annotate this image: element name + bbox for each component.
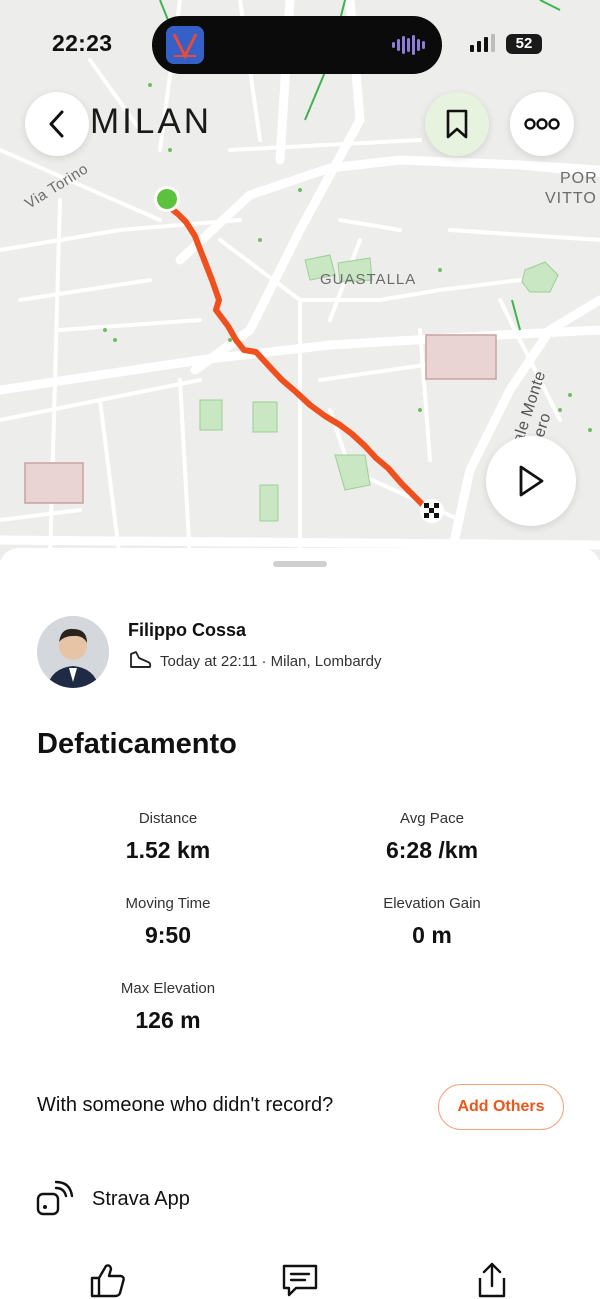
stat-label: Elevation Gain xyxy=(383,895,481,912)
activity-sheet: Filippo Cossa Today at 22:11 · Milan, Lo… xyxy=(0,548,600,1299)
comment-button[interactable] xyxy=(280,1260,320,1299)
play-flyover-button[interactable] xyxy=(486,436,576,526)
device-row: Strava App xyxy=(36,1180,190,1218)
play-icon xyxy=(519,465,544,497)
start-marker xyxy=(157,189,177,209)
stat-value: 0 m xyxy=(412,922,452,948)
more-dots-icon xyxy=(524,118,560,130)
stat-label: Distance xyxy=(138,810,198,827)
district-label-porta-vittoria-2: VITTO xyxy=(545,190,597,207)
district-label-porta-vittoria-1: POR xyxy=(560,170,598,187)
route-map[interactable]: Via Torino GUASTALLA ale Monte Nero POR … xyxy=(0,0,600,560)
battery-indicator: 52 xyxy=(506,34,542,54)
add-others-button[interactable]: Add Others xyxy=(438,1084,564,1130)
comment-icon xyxy=(282,1264,318,1297)
stat-avg-pace: Avg Pace 6:28 /km xyxy=(312,810,552,864)
device-label: Strava App xyxy=(92,1187,190,1210)
stat-elevation-gain: Elevation Gain 0 m xyxy=(312,895,552,949)
status-time: 22:23 xyxy=(52,30,113,56)
running-shoe-icon xyxy=(130,651,152,668)
dynamic-island[interactable] xyxy=(152,16,442,74)
with-others-prompt: With someone who didn't record? xyxy=(37,1094,334,1116)
stat-value: 1.52 km xyxy=(125,837,211,863)
activity-timestamp-location: Today at 22:11 · Milan, Lombardy xyxy=(160,652,382,670)
stat-label: Max Elevation xyxy=(120,980,216,997)
athlete-name[interactable]: Filippo Cossa xyxy=(128,620,246,641)
athlete-avatar[interactable] xyxy=(37,616,109,688)
stat-value: 9:50 xyxy=(144,922,192,948)
activity-title: Defaticamento xyxy=(37,728,237,760)
stat-moving-time: Moving Time 9:50 xyxy=(48,895,288,949)
audio-wave-icon xyxy=(392,35,425,55)
stat-value: 126 m xyxy=(135,1007,201,1033)
stat-label: Moving Time xyxy=(125,895,211,912)
finish-marker xyxy=(420,499,444,523)
kudos-button[interactable] xyxy=(88,1260,128,1299)
more-options-button[interactable] xyxy=(510,92,574,156)
share-button[interactable] xyxy=(472,1260,512,1299)
stat-max-elevation: Max Elevation 126 m xyxy=(48,980,288,1034)
back-button[interactable] xyxy=(25,92,89,156)
map-title: MILAN xyxy=(90,102,212,141)
avatar-image xyxy=(37,616,109,688)
stat-value: 6:28 /km xyxy=(385,837,479,863)
app-activity-icon xyxy=(166,26,204,64)
cellular-signal-icon xyxy=(470,34,495,52)
sheet-drag-handle[interactable] xyxy=(273,561,327,567)
chevron-left-icon xyxy=(49,110,64,138)
stat-distance: Distance 1.52 km xyxy=(48,810,288,864)
save-route-button[interactable] xyxy=(425,92,489,156)
activity-meta: Today at 22:11 · Milan, Lombardy xyxy=(128,650,382,672)
district-label-guastalla: GUASTALLA xyxy=(320,271,417,288)
stat-label: Avg Pace xyxy=(400,810,464,827)
thumbs-up-icon xyxy=(90,1264,125,1298)
bookmark-icon xyxy=(446,109,468,139)
device-broadcast-icon xyxy=(36,1180,74,1216)
share-icon xyxy=(478,1262,506,1298)
